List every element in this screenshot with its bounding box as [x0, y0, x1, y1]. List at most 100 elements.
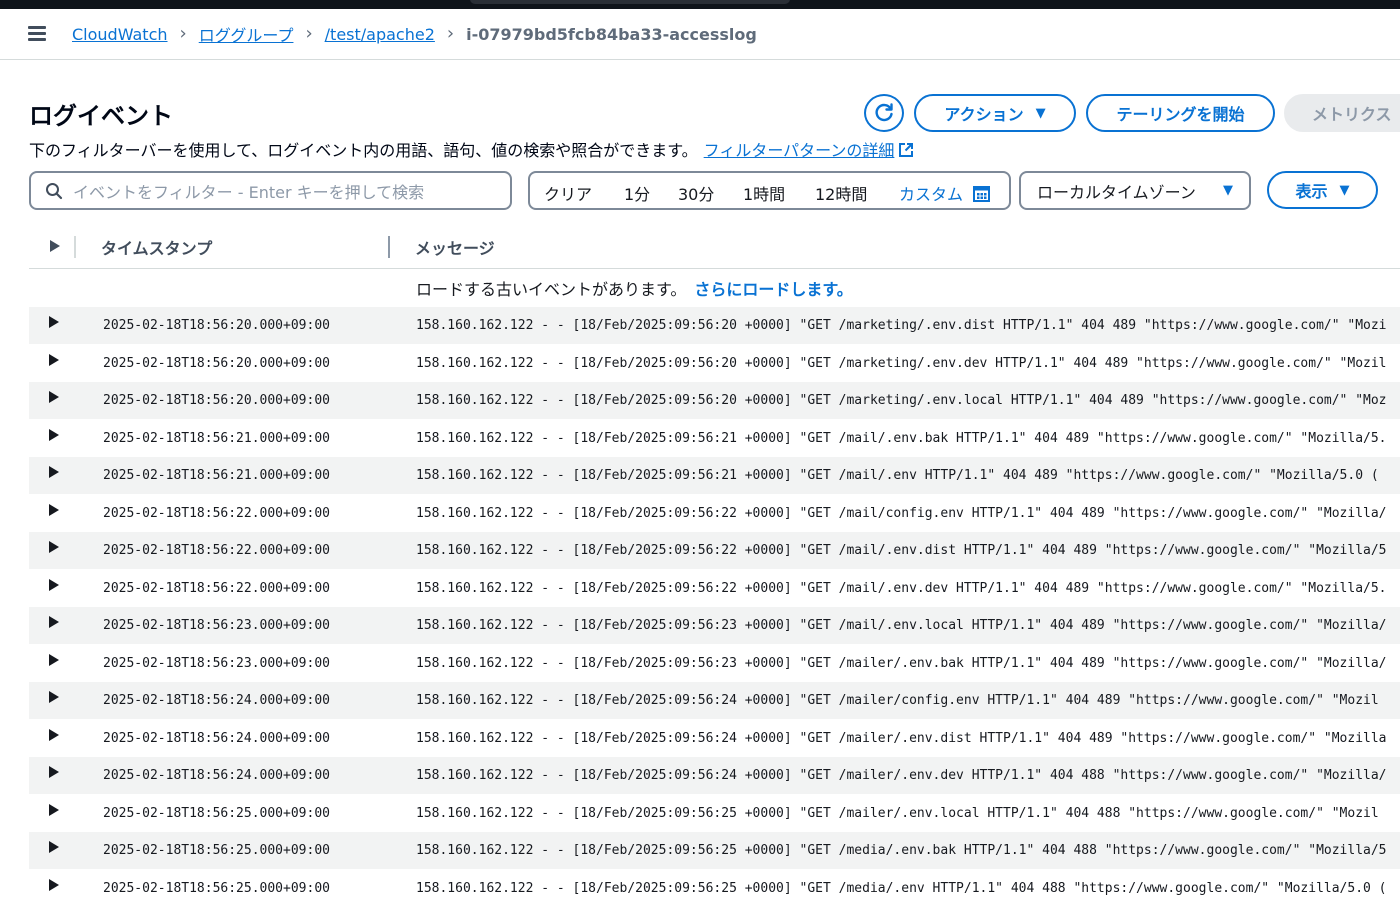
row-timestamp: 2025-02-18T18:56:21.000+09:00 — [103, 468, 330, 483]
expand-row-icon[interactable] — [48, 615, 60, 629]
table-row[interactable]: 2025-02-18T18:56:25.000+09:00 158.160.162… — [29, 794, 1400, 832]
search-icon — [46, 182, 63, 199]
row-timestamp: 2025-02-18T18:56:22.000+09:00 — [103, 543, 330, 558]
expand-row-icon[interactable] — [48, 540, 60, 554]
expand-row-icon[interactable] — [48, 653, 60, 667]
table-row[interactable]: 2025-02-18T18:56:25.000+09:00 158.160.162… — [29, 869, 1400, 907]
table-row[interactable]: 2025-02-18T18:56:20.000+09:00 158.160.162… — [29, 307, 1400, 345]
metric-filter-button[interactable]: メトリクス — [1284, 94, 1400, 132]
range-30m[interactable]: 30分 — [678, 181, 714, 205]
row-message: 158.160.162.122 - - [18/Feb/2025:09:56:2… — [416, 468, 1379, 483]
row-message: 158.160.162.122 - - [18/Feb/2025:09:56:2… — [416, 618, 1387, 633]
expand-row-icon[interactable] — [48, 878, 60, 892]
start-tailing-button[interactable]: テーリングを開始 — [1086, 94, 1275, 132]
expand-row-icon[interactable] — [48, 428, 60, 442]
caret-down-icon: ▼ — [1035, 105, 1046, 121]
row-timestamp: 2025-02-18T18:56:25.000+09:00 — [103, 805, 330, 821]
row-timestamp: 2025-02-18T18:56:25.000+09:00 — [103, 843, 330, 858]
table-row[interactable]: 2025-02-18T18:56:23.000+09:00 158.160.162… — [29, 644, 1400, 682]
expand-row-icon[interactable] — [48, 728, 60, 742]
timezone-value: ローカルタイムゾーン — [1037, 182, 1196, 202]
expand-row-icon[interactable] — [48, 353, 60, 367]
expand-row-icon[interactable] — [48, 578, 60, 592]
refresh-icon — [875, 103, 893, 122]
range-custom[interactable]: カスタム — [899, 181, 991, 205]
expand-row-icon[interactable] — [48, 803, 60, 817]
breadcrumb-log-groups[interactable]: ロググループ — [199, 22, 294, 46]
row-message: 158.160.162.122 - - [18/Feb/2025:09:56:2… — [416, 430, 1387, 446]
event-filter-input[interactable]: イベントをフィルター - Enter キーを押して検索 — [29, 171, 512, 210]
breadcrumb: CloudWatch › ロググループ › /test/apache2 › i-… — [72, 22, 757, 46]
table-row[interactable]: 2025-02-18T18:56:22.000+09:00 158.160.162… — [29, 494, 1400, 532]
menu-icon[interactable] — [28, 26, 48, 42]
row-message: 158.160.162.122 - - [18/Feb/2025:09:56:2… — [416, 543, 1387, 558]
row-message: 158.160.162.122 - - [18/Feb/2025:09:56:2… — [416, 393, 1387, 408]
row-timestamp: 2025-02-18T18:56:24.000+09:00 — [103, 768, 330, 783]
table-row[interactable]: 2025-02-18T18:56:21.000+09:00 158.160.162… — [29, 419, 1400, 457]
breadcrumb-cloudwatch[interactable]: CloudWatch — [72, 25, 168, 44]
display-button[interactable]: 表示 ▼ — [1267, 171, 1378, 209]
expand-row-icon[interactable] — [48, 315, 60, 329]
expand-row-icon[interactable] — [48, 765, 60, 779]
column-header-message[interactable]: メッセージ — [415, 235, 495, 259]
breadcrumb-log-group[interactable]: /test/apache2 — [325, 25, 435, 44]
expand-row-icon[interactable] — [48, 503, 60, 517]
caret-down-icon: ▼ — [1339, 182, 1350, 198]
range-clear[interactable]: クリア — [544, 181, 592, 205]
table-header: タイムスタンプ メッセージ — [29, 225, 1400, 269]
load-more-link[interactable]: さらにロードします。 — [694, 280, 852, 299]
page-description: 下のフィルターバーを使用して、ログイベント内の用語、語句、値の検索や照合ができま… — [29, 137, 914, 161]
table-row[interactable]: 2025-02-18T18:56:20.000+09:00 158.160.162… — [29, 382, 1400, 420]
table-row[interactable]: 2025-02-18T18:56:23.000+09:00 158.160.162… — [29, 607, 1400, 645]
range-1h[interactable]: 1時間 — [743, 181, 785, 205]
filter-pattern-link-label: フィルターパターンの詳細 — [703, 141, 895, 160]
column-divider — [74, 236, 76, 258]
chevron-right-icon: › — [446, 22, 455, 44]
row-timestamp: 2025-02-18T18:56:21.000+09:00 — [103, 430, 330, 446]
row-message: 158.160.162.122 - - [18/Feb/2025:09:56:2… — [416, 355, 1387, 371]
range-1m[interactable]: 1分 — [624, 181, 650, 205]
row-message: 158.160.162.122 - - [18/Feb/2025:09:56:2… — [416, 880, 1387, 896]
range-custom-label: カスタム — [899, 185, 964, 204]
column-header-timestamp[interactable]: タイムスタンプ — [101, 235, 212, 259]
table-row[interactable]: 2025-02-18T18:56:20.000+09:00 158.160.162… — [29, 344, 1400, 382]
table-row[interactable]: 2025-02-18T18:56:24.000+09:00 158.160.162… — [29, 682, 1400, 720]
table-row[interactable]: 2025-02-18T18:56:22.000+09:00 158.160.162… — [29, 569, 1400, 607]
navigation-bar: CloudWatch › ロググループ › /test/apache2 › i-… — [0, 9, 1400, 60]
row-message: 158.160.162.122 - - [18/Feb/2025:09:56:2… — [416, 693, 1379, 708]
range-12h[interactable]: 12時間 — [815, 181, 867, 205]
expand-row-icon[interactable] — [48, 390, 60, 404]
table-row[interactable]: 2025-02-18T18:56:25.000+09:00 158.160.162… — [29, 832, 1400, 870]
row-message: 158.160.162.122 - - [18/Feb/2025:09:56:2… — [416, 318, 1387, 333]
table-row[interactable]: 2025-02-18T18:56:24.000+09:00 158.160.162… — [29, 757, 1400, 795]
log-events-table: 2025-02-18T18:56:20.000+09:00 158.160.162… — [29, 307, 1400, 907]
page-title: ログイベント — [29, 102, 173, 130]
load-more-banner: ロードする古いイベントがあります。 さらにロードします。 — [416, 276, 853, 300]
row-message: 158.160.162.122 - - [18/Feb/2025:09:56:2… — [416, 580, 1387, 596]
top-bar — [0, 0, 1400, 9]
row-timestamp: 2025-02-18T18:56:20.000+09:00 — [103, 393, 330, 408]
chevron-right-icon: › — [305, 22, 313, 44]
expand-row-icon[interactable] — [48, 690, 60, 704]
expand-all-icon[interactable] — [49, 239, 61, 253]
metric-filter-label: メトリクス — [1312, 105, 1392, 124]
search-placeholder: イベントをフィルター - Enter キーを押して検索 — [73, 182, 425, 202]
chevron-right-icon: › — [179, 22, 187, 44]
table-row[interactable]: 2025-02-18T18:56:22.000+09:00 158.160.162… — [29, 532, 1400, 570]
expand-row-icon[interactable] — [48, 840, 60, 854]
table-row[interactable]: 2025-02-18T18:56:24.000+09:00 158.160.162… — [29, 719, 1400, 757]
expand-row-icon[interactable] — [48, 465, 60, 479]
actions-button[interactable]: アクション ▼ — [914, 94, 1076, 132]
calendar-icon — [973, 185, 991, 202]
row-message: 158.160.162.122 - - [18/Feb/2025:09:56:2… — [416, 730, 1387, 746]
row-timestamp: 2025-02-18T18:56:24.000+09:00 — [103, 730, 330, 746]
caret-down-icon: ▼ — [1223, 183, 1233, 198]
actions-label: アクション — [944, 105, 1024, 124]
refresh-button[interactable] — [864, 94, 904, 132]
timezone-select[interactable]: ローカルタイムゾーン ▼ — [1019, 171, 1251, 210]
table-row[interactable]: 2025-02-18T18:56:21.000+09:00 158.160.162… — [29, 457, 1400, 495]
external-link-icon — [899, 143, 914, 157]
filter-pattern-link[interactable]: フィルターパターンの詳細 — [704, 141, 915, 160]
column-resizer[interactable] — [388, 236, 390, 258]
row-timestamp: 2025-02-18T18:56:25.000+09:00 — [103, 880, 330, 896]
